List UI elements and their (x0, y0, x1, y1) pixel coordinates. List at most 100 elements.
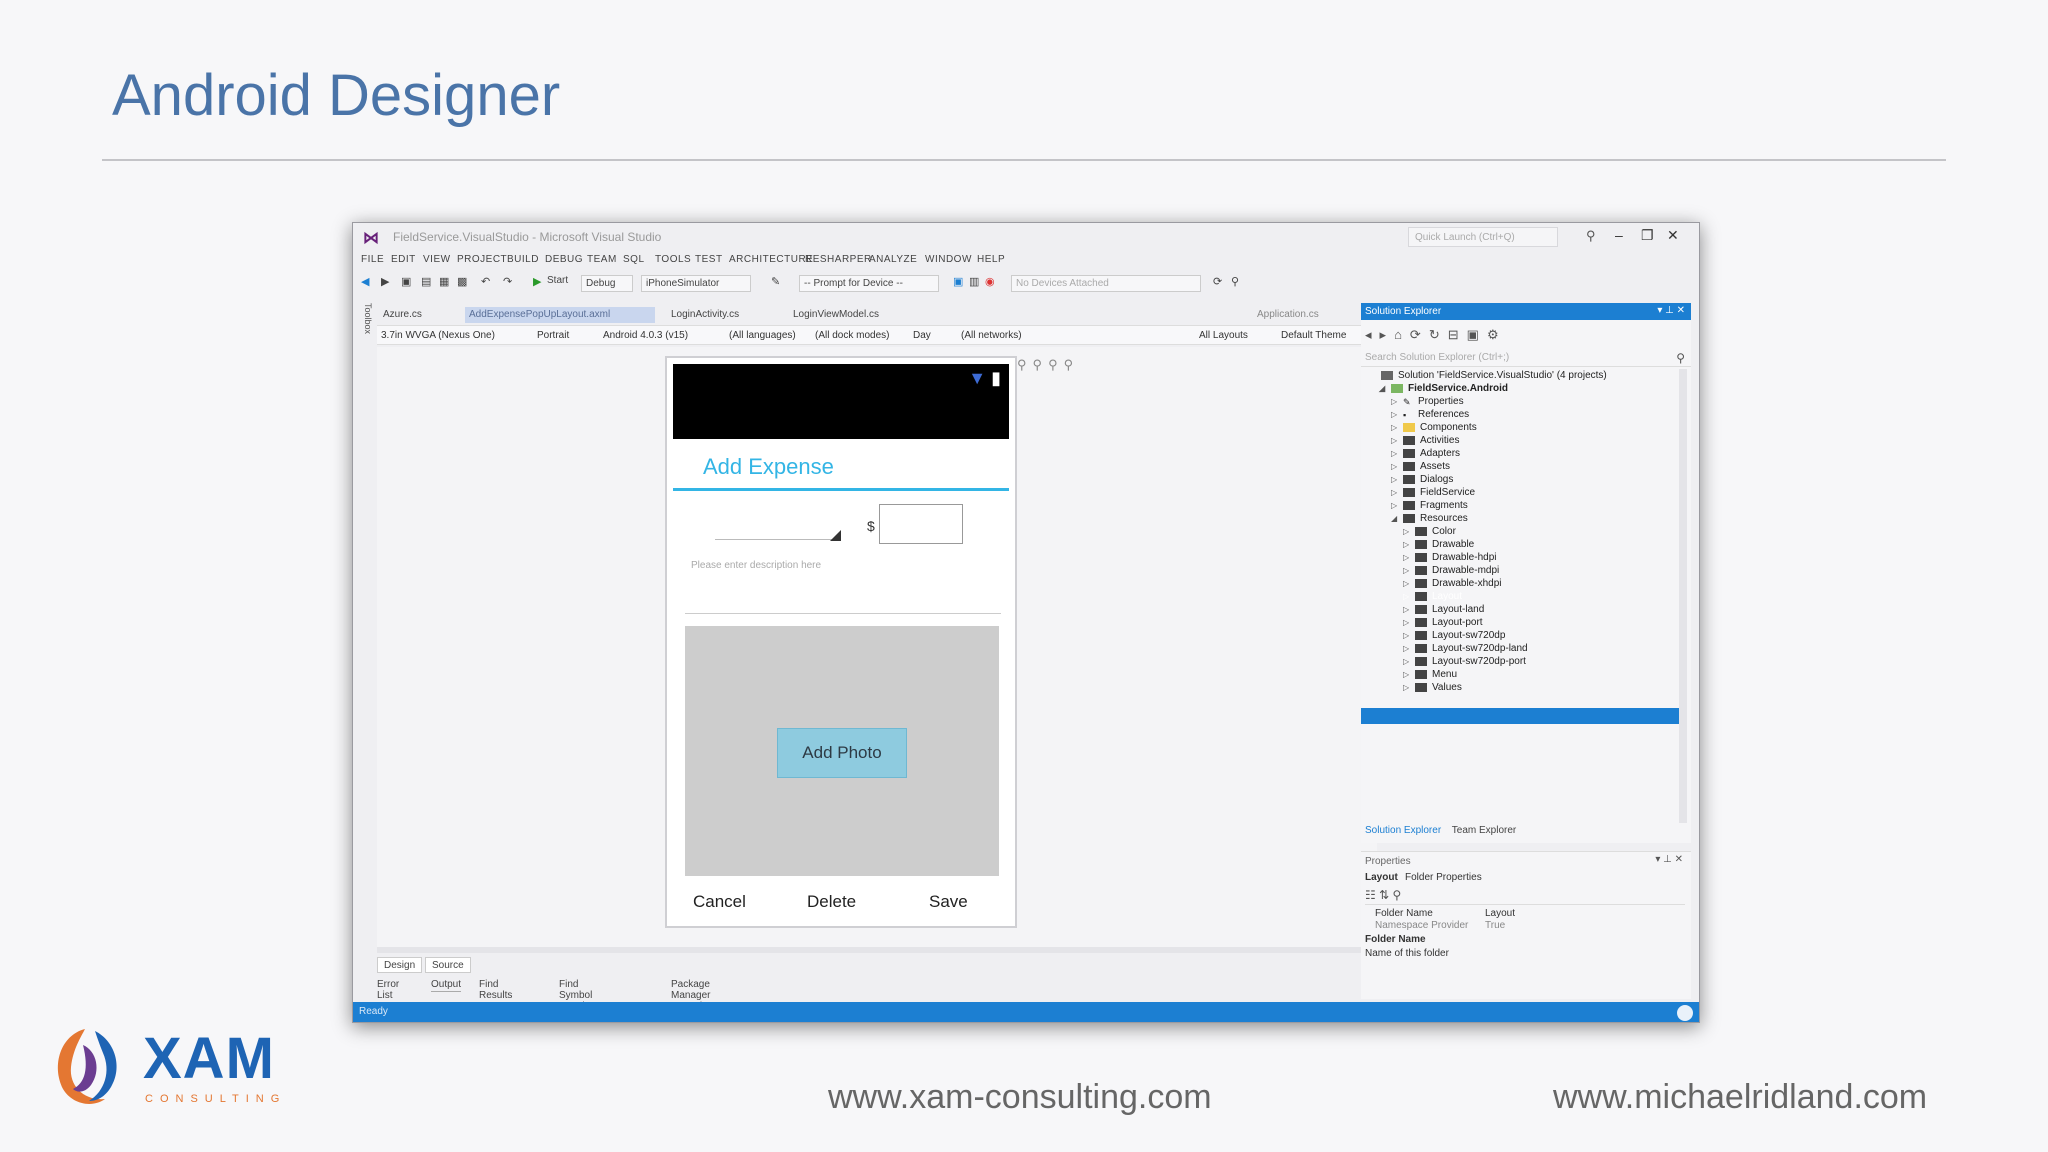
back-icon[interactable]: ◂ (1365, 327, 1380, 342)
start-button[interactable]: Start (547, 275, 568, 286)
quick-launch-input[interactable]: Quick Launch (Ctrl+Q) (1408, 227, 1558, 247)
tab-add-expense-layout[interactable]: AddExpensePopUpLayout.axml (465, 307, 655, 323)
expand-arrow-icon[interactable]: ▷ (1391, 423, 1403, 432)
expand-arrow-icon[interactable]: ▷ (1403, 592, 1415, 601)
prop-value-namespace[interactable]: True (1485, 920, 1505, 931)
menu-debug[interactable]: DEBUG (545, 254, 583, 265)
forward-icon[interactable]: ▸ (1380, 327, 1395, 342)
footer-xam-url[interactable]: www.xam-consulting.com (828, 1078, 1212, 1117)
menu-help[interactable]: HELP (977, 254, 1005, 265)
tree-item[interactable]: ▷ Values (1403, 682, 1462, 698)
expand-arrow-icon[interactable]: ▷ (1391, 397, 1403, 406)
menu-tools[interactable]: TOOLS (655, 254, 691, 265)
menu-sql[interactable]: SQL (623, 254, 645, 265)
zoom-out-icon[interactable]: ⚲ (1033, 357, 1049, 372)
night-mode-dropdown[interactable]: Day (913, 330, 931, 341)
zoom-in-icon[interactable]: ⚲ (1048, 357, 1064, 372)
menu-analyze[interactable]: ANALYZE (869, 254, 917, 265)
new-project-icon[interactable]: ▣ (401, 275, 411, 288)
home-icon[interactable]: ⌂ (1394, 327, 1410, 342)
tab-output[interactable]: Output (431, 979, 462, 992)
dock-mode-dropdown[interactable]: (All dock modes) (815, 330, 889, 341)
redo-icon[interactable]: ↷ (503, 275, 512, 288)
expand-arrow-icon[interactable]: ▷ (1403, 605, 1415, 614)
undo-icon[interactable]: ↶ (481, 275, 490, 288)
emulator-icon[interactable]: ▥ (969, 275, 979, 288)
save-all-icon[interactable]: ▩ (457, 275, 467, 288)
refresh-icon[interactable]: ↻ (1429, 327, 1448, 342)
tab-source[interactable]: Source (425, 957, 471, 973)
config-dropdown[interactable]: Debug (581, 275, 633, 292)
expand-arrow-icon[interactable]: ▷ (1403, 683, 1415, 692)
expand-arrow-icon[interactable]: ◢ (1379, 384, 1391, 393)
expand-arrow-icon[interactable]: ▷ (1403, 553, 1415, 562)
expand-arrow-icon[interactable]: ◢ (1391, 514, 1403, 523)
expand-arrow-icon[interactable]: ▷ (1391, 475, 1403, 484)
zoom-actual-icon[interactable]: ⚲ (1064, 357, 1080, 372)
expand-arrow-icon[interactable]: ▷ (1403, 566, 1415, 575)
open-icon[interactable]: ▤ (421, 275, 431, 288)
api-level-dropdown[interactable]: Android 4.0.3 (v15) (603, 330, 688, 341)
menu-test[interactable]: TEST (695, 254, 723, 265)
menu-window[interactable]: WINDOW (925, 254, 972, 265)
android-sdk-icon[interactable]: ◉ (985, 275, 995, 288)
menu-team[interactable]: TEAM (587, 254, 617, 265)
collapse-icon[interactable]: ⊟ (1448, 327, 1467, 342)
add-photo-button[interactable]: Add Photo (777, 728, 907, 778)
expand-arrow-icon[interactable]: ▷ (1403, 670, 1415, 679)
categorized-icon[interactable]: ☷ ⇅ ⚲ (1365, 888, 1401, 902)
attach-icon[interactable]: ✎ (771, 275, 780, 288)
tab-solution-explorer[interactable]: Solution Explorer (1365, 825, 1441, 836)
tab-application-cs[interactable]: Application.cs (1257, 309, 1319, 320)
expand-arrow-icon[interactable]: ▷ (1403, 631, 1415, 640)
show-all-icon[interactable]: ▣ (1467, 327, 1487, 342)
expand-arrow-icon[interactable]: ▷ (1391, 488, 1403, 497)
back-icon[interactable]: ◀ (361, 275, 369, 288)
sync-icon[interactable]: ⟳ (1410, 327, 1429, 342)
toolbox-tab[interactable]: Toolbox (355, 303, 373, 365)
expand-arrow-icon[interactable]: ▷ (1391, 410, 1403, 419)
theme-dropdown[interactable]: Default Theme (1281, 330, 1346, 341)
solution-search-input[interactable]: Search Solution Explorer (Ctrl+;) ⚲ (1361, 349, 1691, 367)
search-icon[interactable]: ⚲ (1676, 351, 1685, 365)
expand-arrow-icon[interactable]: ▷ (1403, 579, 1415, 588)
expand-arrow-icon[interactable]: ▷ (1403, 540, 1415, 549)
menu-edit[interactable]: EDIT (391, 254, 416, 265)
expand-arrow-icon[interactable]: ▷ (1403, 527, 1415, 536)
expand-arrow-icon[interactable]: ▷ (1403, 644, 1415, 653)
save-button[interactable]: Save (929, 892, 968, 912)
network-dropdown[interactable]: (All networks) (961, 330, 1022, 341)
solution-scrollbar[interactable] (1679, 369, 1687, 823)
device-list-dropdown[interactable]: No Devices Attached (1011, 275, 1201, 292)
search-icon[interactable]: ⚲ (1586, 228, 1596, 244)
expand-arrow-icon[interactable]: ▷ (1391, 436, 1403, 445)
expand-arrow-icon[interactable]: ▷ (1391, 462, 1403, 471)
orientation-dropdown[interactable]: Portrait (537, 330, 569, 341)
footer-michael-url[interactable]: www.michaelridland.com (1553, 1078, 1927, 1117)
expand-arrow-icon[interactable]: ▷ (1391, 449, 1403, 458)
close-icon[interactable]: ✕ (1667, 227, 1679, 244)
prop-value-folder-name[interactable]: Layout (1485, 908, 1515, 919)
category-spinner[interactable] (715, 520, 841, 541)
zoom-icon[interactable]: ⚲ (1231, 275, 1239, 288)
menu-build[interactable]: BUILD (507, 254, 539, 265)
menu-view[interactable]: VIEW (423, 254, 451, 265)
cancel-button[interactable]: Cancel (693, 892, 746, 912)
zoom-fit-icon[interactable]: ⚲ (1017, 357, 1033, 372)
save-icon[interactable]: ▦ (439, 275, 449, 288)
tab-login-viewmodel[interactable]: LoginViewModel.cs (789, 307, 883, 323)
minimize-icon[interactable]: – (1615, 227, 1623, 243)
panel-pin-close-icon[interactable]: ▾ ⊥ ✕ (1655, 854, 1683, 865)
horizontal-scrollbar[interactable] (377, 947, 1377, 953)
tab-azure-cs[interactable]: Azure.cs (379, 307, 426, 323)
start-icon[interactable]: ▶ (533, 275, 541, 288)
device-manager-icon[interactable]: ▣ (953, 275, 963, 288)
forward-icon[interactable]: ▶ (381, 275, 389, 288)
tab-team-explorer[interactable]: Team Explorer (1452, 825, 1516, 836)
platform-dropdown[interactable]: iPhoneSimulator (641, 275, 751, 292)
expand-arrow-icon[interactable]: ▷ (1391, 501, 1403, 510)
menu-resharper[interactable]: RESHARPER (805, 254, 872, 265)
delete-button[interactable]: Delete (807, 892, 856, 912)
panel-pin-close-icon[interactable]: ▾ ⊥ ✕ (1657, 305, 1685, 316)
refresh-icon[interactable]: ⟳ (1213, 275, 1222, 288)
